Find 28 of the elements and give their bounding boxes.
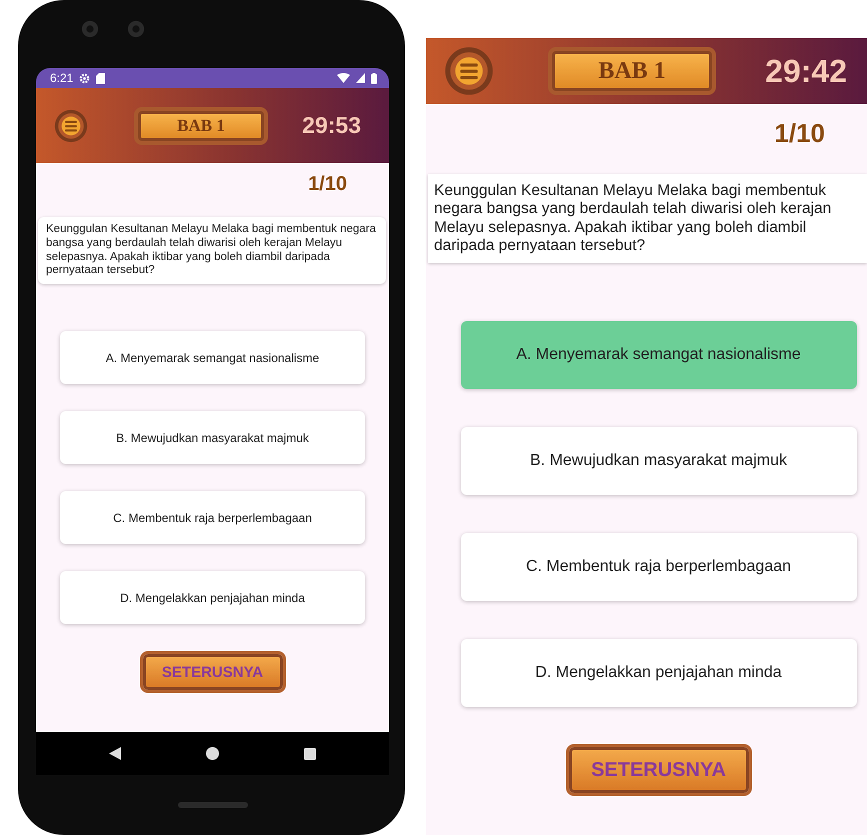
countdown-timer: 29:42 bbox=[765, 52, 847, 90]
camera-icon bbox=[127, 20, 145, 38]
menu-icon[interactable] bbox=[54, 108, 88, 142]
wifi-icon bbox=[337, 73, 350, 83]
answer-option[interactable]: A. Menyemarak semangat nasionalisme bbox=[60, 331, 365, 384]
question-text: Keunggulan Kesultanan Melayu Melaka bagi membentuk negara bangsa yang berdaulah telah diwarisi oleh kerajan Melayu selepasnya. Apakah iktibar yang boleh diambil daripada pernyataan tersebut? bbox=[38, 217, 386, 284]
menu-icon[interactable] bbox=[444, 46, 494, 96]
answer-option[interactable]: A. Menyemarak semangat nasionalisme bbox=[460, 321, 856, 390]
question-text: Keunggulan Kesultanan Melayu Melaka bagi membentuk negara bangsa yang berdaulah telah diwarisi oleh kerajan Melayu selepasnya. Apakah iktibar yang boleh diambil daripada pernyataan tersebut? bbox=[428, 174, 867, 264]
battery-icon bbox=[371, 72, 377, 84]
question-counter: 1/10 bbox=[308, 173, 347, 197]
speaker-grille bbox=[178, 802, 248, 808]
answer-option[interactable]: C. Membentuk raja berperlembagaan bbox=[60, 491, 365, 544]
answer-option[interactable]: D. Mengelakkan penjajahan minda bbox=[460, 639, 856, 708]
question-counter: 1/10 bbox=[774, 118, 825, 150]
answer-option[interactable]: B. Mewujudkan masyarakat majmuk bbox=[60, 411, 365, 464]
home-icon[interactable] bbox=[206, 747, 219, 760]
answer-option[interactable]: B. Mewujudkan masyarakat majmuk bbox=[460, 427, 856, 496]
status-time: 6:21 bbox=[50, 71, 74, 85]
answer-option[interactable]: D. Mengelakkan penjajahan minda bbox=[60, 571, 365, 624]
gear-icon bbox=[79, 72, 90, 84]
answer-option[interactable]: C. Membentuk raja berperlembagaan bbox=[460, 533, 856, 602]
signal-icon bbox=[356, 73, 365, 83]
sd-card-icon bbox=[96, 72, 106, 84]
back-icon[interactable] bbox=[108, 747, 121, 760]
recents-icon[interactable] bbox=[304, 748, 316, 760]
countdown-timer: 29:53 bbox=[302, 112, 361, 139]
camera-icon bbox=[81, 20, 99, 38]
